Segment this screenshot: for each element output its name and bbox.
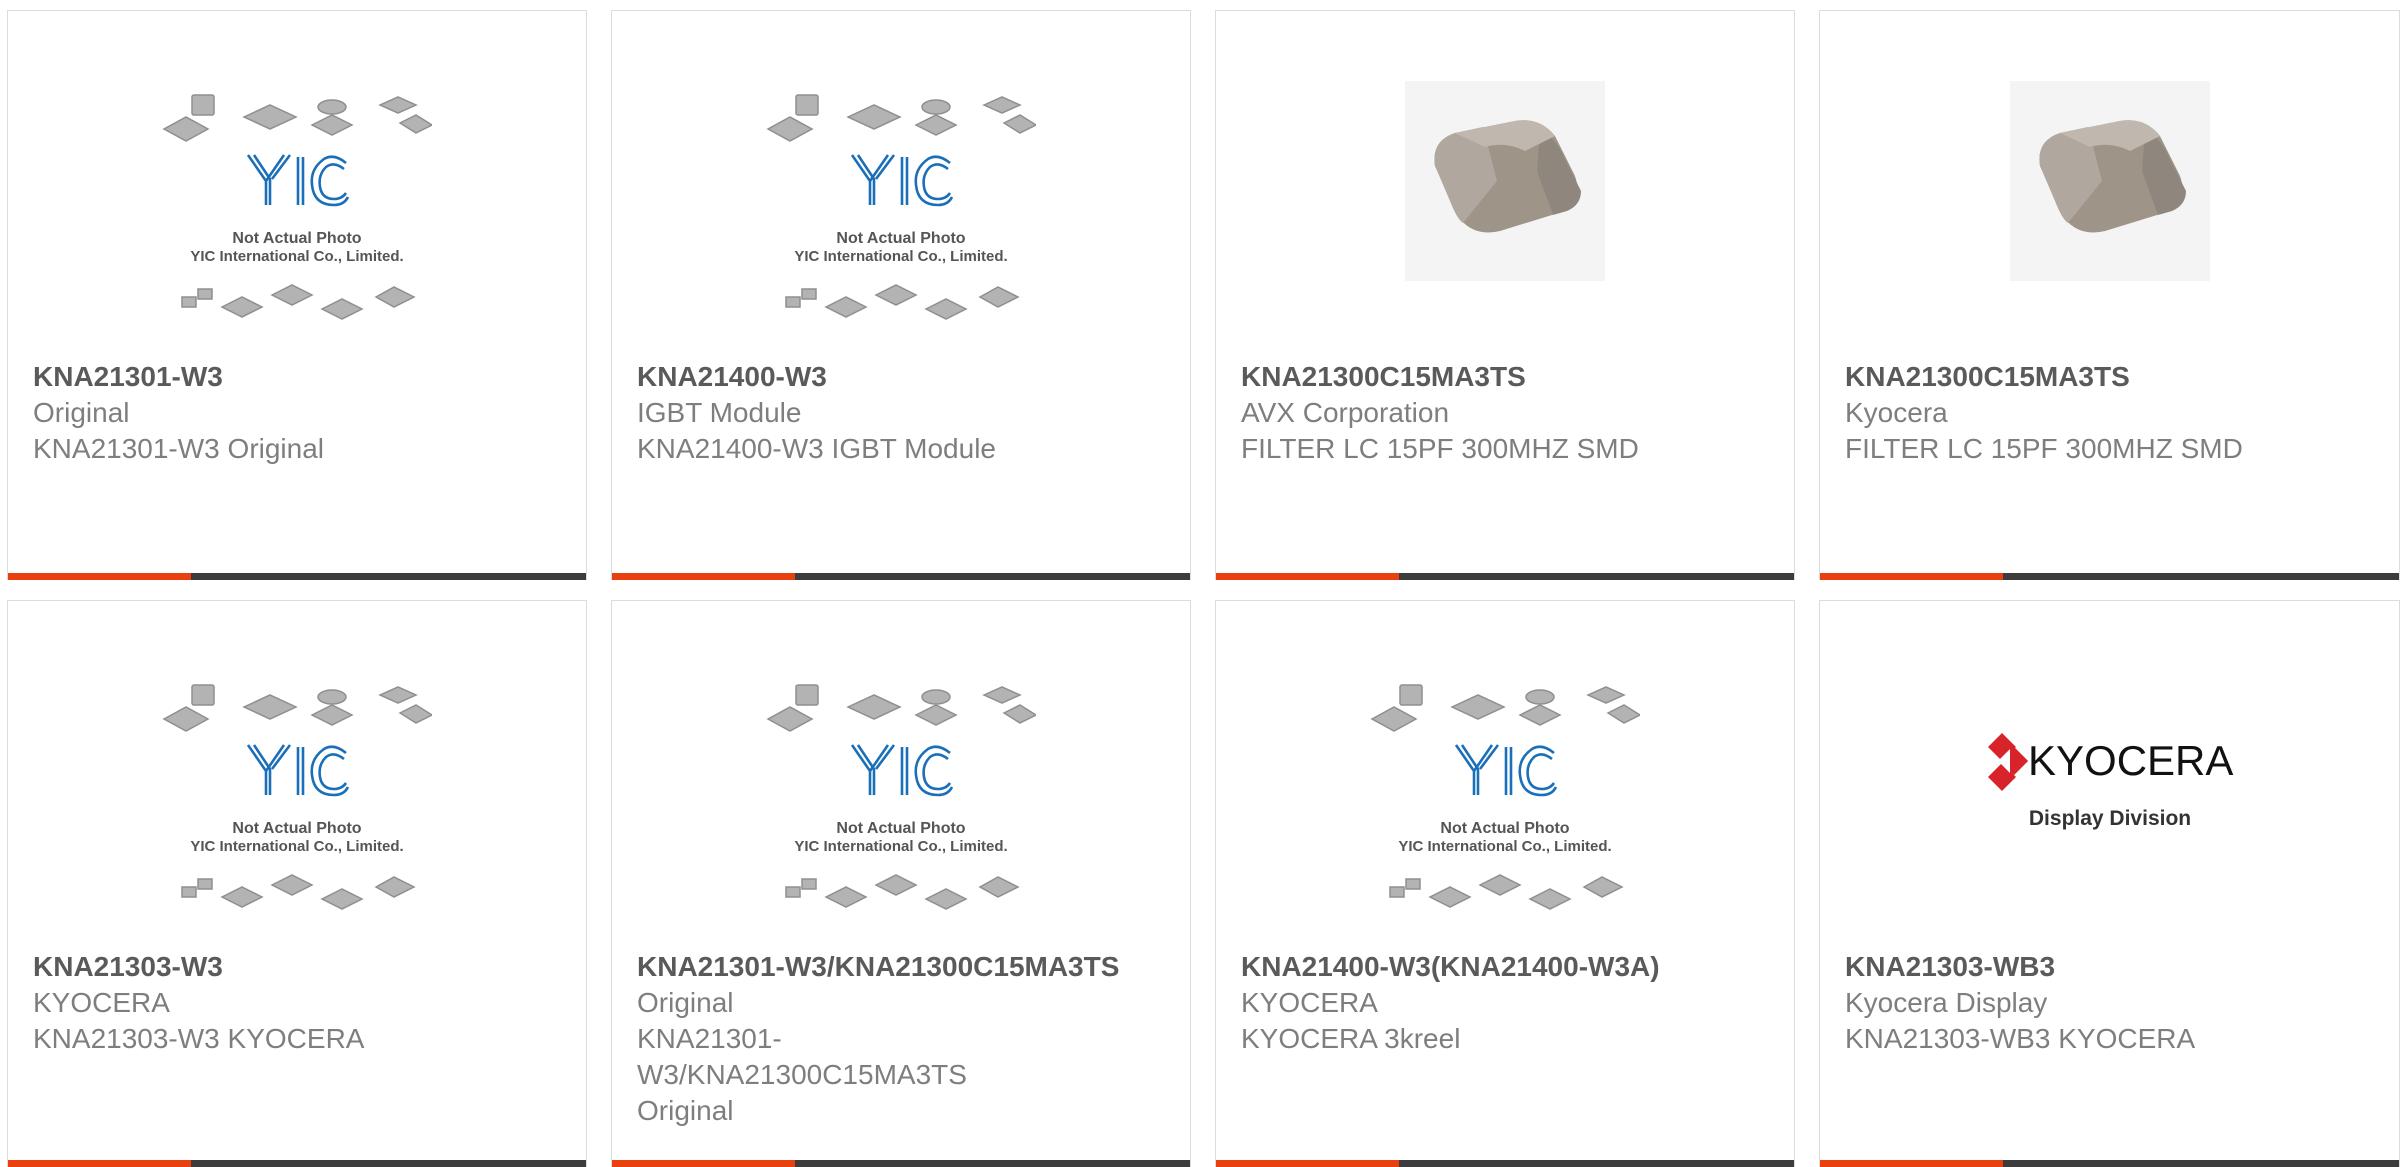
svg-text:YIC International Co., Limited: YIC International Co., Limited. [794,838,1007,855]
part-number[interactable]: KNA21303-W3 [33,949,566,985]
yic-placeholder-icon: Not Actual Photo YIC International Co., … [162,684,432,910]
description: KNA21301-W3/KNA21300C15MA3TS Original [637,1023,967,1126]
svg-text:Display Division: Display Division [2028,807,2190,830]
product-info: KNA21301-W3/KNA21300C15MA3TS Original KN… [637,949,1170,1129]
card-bottom-bar [8,1160,586,1167]
svg-text:Not Actual Photo: Not Actual Photo [232,820,361,837]
product-info: KNA21300C15MA3TS Kyocera FILTER LC 15PF … [1845,359,2379,467]
svg-text:Not Actual Photo: Not Actual Photo [836,820,965,837]
part-number[interactable]: KNA21400-W3(KNA21400-W3A) [1241,949,1774,985]
description: FILTER LC 15PF 300MHZ SMD [1241,433,1639,464]
svg-text:YIC International Co., Limited: YIC International Co., Limited. [190,838,403,855]
product-image[interactable]: Not Actual Photo YIC International Co., … [8,11,586,353]
product-card[interactable]: KNA21300C15MA3TS Kyocera FILTER LC 15PF … [1819,10,2400,580]
svg-text:Not Actual Photo: Not Actual Photo [1440,820,1569,837]
svg-text:YIC International Co., Limited: YIC International Co., Limited. [794,248,1007,265]
product-card[interactable]: Not Actual Photo YIC International Co., … [611,10,1191,580]
card-bottom-bar [1820,1160,2399,1167]
manufacturer: Original [33,397,130,428]
yic-placeholder-icon: Not Actual Photo YIC International Co., … [766,684,1036,910]
card-bottom-bar [1216,1160,1794,1167]
product-info: KNA21301-W3 Original KNA21301-W3 Origina… [33,359,566,467]
svg-text:Not Actual Photo: Not Actual Photo [232,230,361,247]
product-card[interactable]: Not Actual Photo YIC International Co., … [1215,600,1795,1167]
manufacturer: Kyocera [1845,397,1948,428]
yic-placeholder-icon: Not Actual Photo YIC International Co., … [162,94,432,320]
description: FILTER LC 15PF 300MHZ SMD [1845,433,2243,464]
product-image[interactable]: Not Actual Photo YIC International Co., … [8,601,586,943]
description: KNA21303-WB3 KYOCERA [1845,1023,2196,1054]
description: KNA21301-W3 Original [33,433,325,464]
product-card[interactable]: Not Actual Photo YIC International Co., … [611,600,1191,1167]
product-image[interactable]: Not Actual Photo YIC International Co., … [1216,601,1794,943]
description: KYOCERA 3kreel [1241,1023,1461,1054]
product-image[interactable] [1216,11,1794,353]
product-info: KNA21303-WB3 Kyocera Display KNA21303-WB… [1845,949,2379,1057]
part-number[interactable]: KNA21400-W3 [637,359,1170,395]
kyocera-display-logo: KYOCERA Display Division [1987,733,2233,830]
product-info: KNA21300C15MA3TS AVX Corporation FILTER … [1241,359,1774,467]
product-image[interactable]: Not Actual Photo YIC International Co., … [612,11,1190,353]
svg-text:YIC International Co., Limited: YIC International Co., Limited. [1398,838,1611,855]
product-image[interactable] [1820,11,2399,353]
card-bottom-bar [1216,573,1794,580]
chip-component-photo [1405,81,1605,281]
product-info: KNA21400-W3 IGBT Module KNA21400-W3 IGBT… [637,359,1170,467]
card-bottom-bar [1820,573,2399,580]
card-bottom-bar [612,573,1190,580]
part-number[interactable]: KNA21300C15MA3TS [1845,359,2379,395]
part-number[interactable]: KNA21303-WB3 [1845,949,2379,985]
part-number[interactable]: KNA21300C15MA3TS [1241,359,1774,395]
svg-text:YIC International Co., Limited: YIC International Co., Limited. [190,248,403,265]
manufacturer: Kyocera Display [1845,987,2048,1018]
description: KNA21400-W3 IGBT Module [637,433,996,464]
yic-placeholder-icon: Not Actual Photo YIC International Co., … [766,94,1036,320]
product-info: KNA21303-W3 KYOCERA KNA21303-W3 KYOCERA [33,949,566,1057]
description: KNA21303-W3 KYOCERA [33,1023,365,1054]
svg-text:Not Actual Photo: Not Actual Photo [836,230,965,247]
part-number[interactable]: KNA21301-W3 [33,359,566,395]
product-card[interactable]: Not Actual Photo YIC International Co., … [7,600,587,1167]
manufacturer: KYOCERA [1241,987,1378,1018]
manufacturer: AVX Corporation [1241,397,1450,428]
product-card[interactable]: KNA21300C15MA3TS AVX Corporation FILTER … [1215,10,1795,580]
manufacturer: KYOCERA [33,987,170,1018]
product-card[interactable]: KYOCERA Display Division KNA21303-WB3 Ky… [1819,600,2400,1167]
yic-placeholder-icon: Not Actual Photo YIC International Co., … [1370,684,1640,910]
product-image[interactable]: Not Actual Photo YIC International Co., … [612,601,1190,943]
part-number[interactable]: KNA21301-W3/KNA21300C15MA3TS [637,949,1170,985]
product-card[interactable]: Not Actual Photo YIC International Co., … [7,10,587,580]
product-info: KNA21400-W3(KNA21400-W3A) KYOCERA KYOCER… [1241,949,1774,1057]
manufacturer: Original [637,987,734,1018]
chip-component-photo [2009,81,2210,281]
svg-text:KYOCERA: KYOCERA [2028,737,2233,784]
product-image[interactable]: KYOCERA Display Division [1820,601,2399,943]
card-bottom-bar [8,573,586,580]
card-bottom-bar [612,1160,1190,1167]
manufacturer: IGBT Module [637,397,802,428]
